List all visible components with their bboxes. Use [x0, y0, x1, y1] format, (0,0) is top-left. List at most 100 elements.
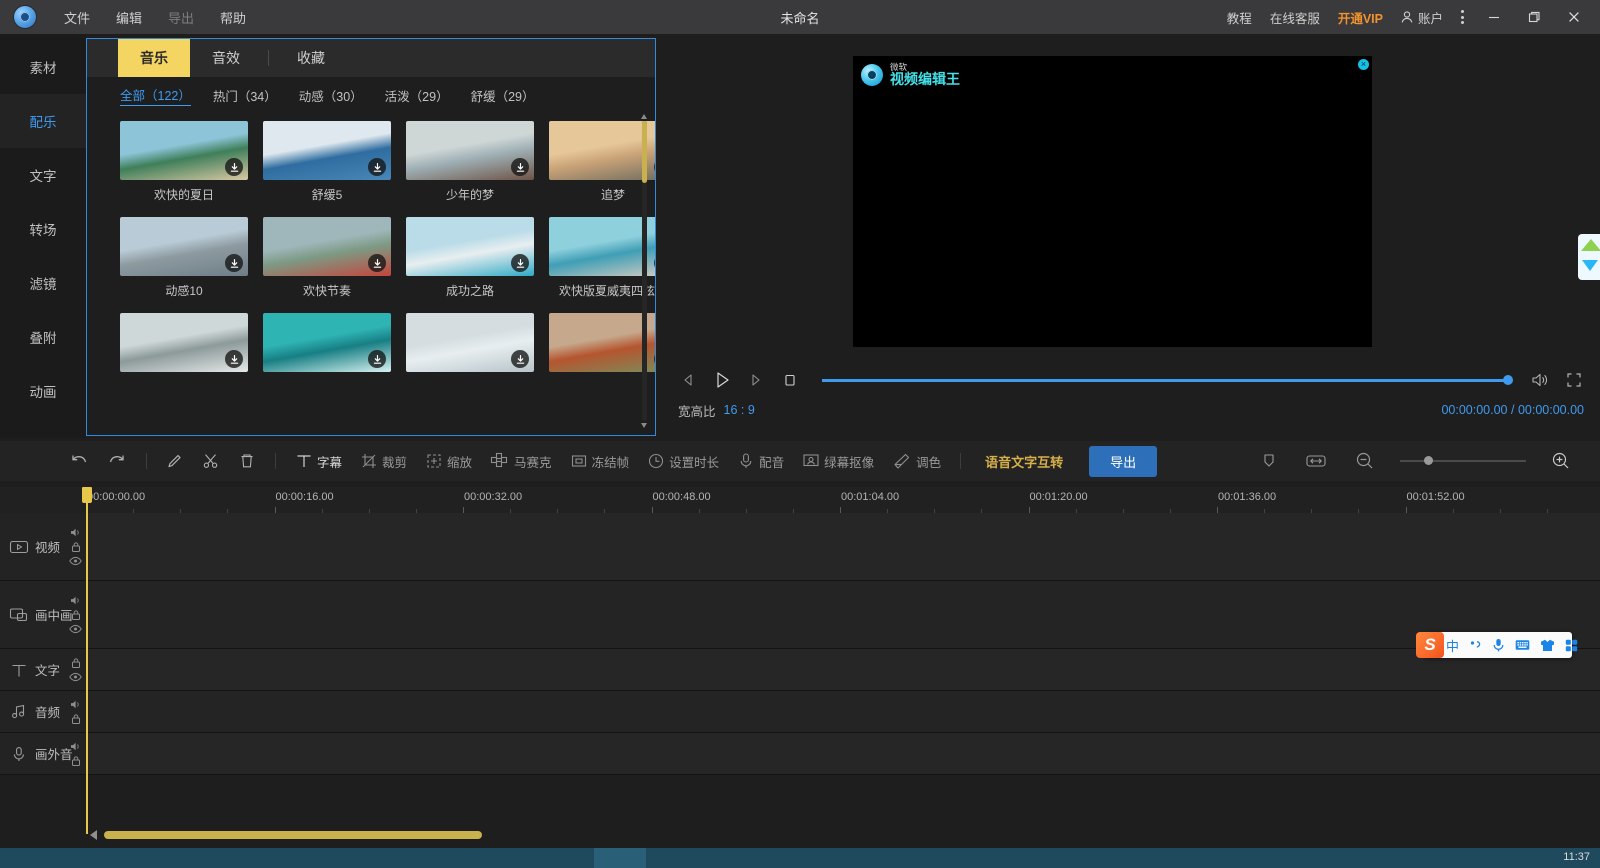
tool-subtitle[interactable]: 字幕	[286, 446, 351, 476]
couple-shore-photo[interactable]	[549, 217, 655, 276]
tool-duration[interactable]: 设置时长	[638, 446, 728, 476]
tool-scale[interactable]: 缩放	[416, 446, 481, 476]
fit-timeline-button[interactable]	[1296, 446, 1336, 476]
filter-dynamic[interactable]: 动感（30）	[299, 86, 363, 105]
track-text[interactable]: 文字	[0, 649, 1600, 691]
scrollbar-thumb[interactable]	[642, 121, 647, 183]
chinese-mode-toggle[interactable]: 中	[1446, 636, 1459, 655]
account-button[interactable]: 账户	[1392, 2, 1451, 33]
sidebar-item-filter[interactable]: 滤镜	[0, 256, 86, 310]
punctuation-toggle[interactable]	[1469, 639, 1482, 652]
voice-text-convert-button[interactable]: 语音文字互转	[971, 446, 1077, 476]
download-icon[interactable]	[225, 350, 243, 368]
filter-popular[interactable]: 热门（34）	[213, 86, 277, 105]
download-icon[interactable]	[654, 158, 655, 176]
menu-item-file[interactable]: 文件	[52, 3, 102, 32]
timeline-hscrollbar[interactable]	[104, 831, 482, 839]
eye-icon[interactable]	[69, 623, 82, 634]
zoom-slider-knob[interactable]	[1424, 456, 1433, 465]
music-card[interactable]	[120, 313, 248, 372]
download-icon[interactable]	[511, 350, 529, 368]
export-button[interactable]: 导出	[1089, 446, 1157, 477]
tab-music[interactable]: 音乐	[118, 39, 190, 77]
lock-icon[interactable]	[69, 541, 82, 552]
eye-icon[interactable]	[69, 671, 82, 682]
tool-freeze-frame[interactable]: 冻结帧	[561, 446, 639, 476]
download-icon[interactable]	[654, 350, 655, 368]
tool-chroma-key[interactable]: 绿幕抠像	[793, 446, 883, 476]
track-video[interactable]: 视频	[0, 513, 1600, 581]
timeline-playhead[interactable]	[86, 487, 88, 834]
music-card[interactable]: 成功之路	[406, 217, 534, 299]
progress-knob[interactable]	[1503, 375, 1513, 385]
fullscreen-button[interactable]	[1564, 370, 1584, 390]
library-scrollbar[interactable]	[642, 121, 647, 421]
music-card[interactable]	[549, 313, 655, 372]
turquoise-beach-photo[interactable]	[406, 217, 534, 276]
track-pip[interactable]: 画中画	[0, 581, 1600, 649]
menu-item-export[interactable]: 导出	[156, 3, 206, 32]
lock-icon[interactable]	[69, 755, 82, 766]
sidebar-item-music[interactable]: 配乐	[0, 94, 86, 148]
online-support-link[interactable]: 在线客服	[1261, 2, 1329, 33]
playback-progress-slider[interactable]	[822, 379, 1508, 382]
sidebar-item-overlay[interactable]: 叠附	[0, 310, 86, 364]
track-content[interactable]	[86, 513, 1600, 580]
surfer-wave-photo[interactable]	[263, 313, 391, 372]
scroll-down-arrow-icon[interactable]	[641, 423, 647, 428]
delete-button[interactable]	[229, 446, 265, 476]
next-frame-button[interactable]	[746, 370, 766, 390]
sunset-shore-photo[interactable]	[549, 121, 655, 180]
track-audio[interactable]: 音频	[0, 691, 1600, 733]
tool-dubbing[interactable]: 配音	[728, 446, 793, 476]
track-content[interactable]	[86, 733, 1600, 774]
sneakers-photo[interactable]	[120, 313, 248, 372]
download-icon[interactable]	[368, 350, 386, 368]
menu-item-edit[interactable]: 编辑	[104, 3, 154, 32]
sogou-logo-icon[interactable]: S	[1416, 632, 1444, 658]
timeline-ruler[interactable]: 00:00:00.0000:00:16.0000:00:32.0000:00:4…	[0, 487, 1600, 513]
close-badge-icon[interactable]: ×	[1358, 59, 1369, 70]
tool-mosaic[interactable]: 马赛克	[481, 446, 561, 476]
activate-vip-link[interactable]: 开通VIP	[1329, 2, 1392, 33]
filter-soothing[interactable]: 舒缓（29）	[471, 86, 535, 105]
download-icon[interactable]	[654, 254, 655, 272]
menu-item-help[interactable]: 帮助	[208, 3, 258, 32]
download-icon[interactable]	[368, 254, 386, 272]
scroll-left-arrow-icon[interactable]	[90, 830, 97, 840]
skin-button[interactable]	[1540, 639, 1555, 652]
beach-palms-photo[interactable]	[120, 121, 248, 180]
toolbox-button[interactable]	[1565, 639, 1578, 652]
download-icon[interactable]	[511, 158, 529, 176]
more-menu-icon[interactable]	[1451, 6, 1474, 28]
timeline-zoom-slider[interactable]	[1400, 460, 1526, 462]
tab-favorites[interactable]: 收藏	[275, 39, 347, 77]
tool-color-grading[interactable]: 调色	[883, 446, 950, 476]
aspect-ratio-value[interactable]: 16 : 9	[724, 403, 755, 417]
tab-sound-effects[interactable]: 音效	[190, 39, 262, 77]
floating-panel-tab[interactable]	[1578, 234, 1600, 280]
restore-button[interactable]	[1514, 0, 1554, 34]
filter-lively[interactable]: 活泼（29）	[385, 86, 449, 105]
speaker-icon[interactable]	[69, 741, 82, 752]
close-button[interactable]	[1554, 0, 1594, 34]
track-content[interactable]	[86, 691, 1600, 732]
music-card[interactable]: 舒缓5	[263, 121, 391, 203]
mountain-range-photo[interactable]	[120, 217, 248, 276]
track-content[interactable]	[86, 581, 1600, 648]
download-icon[interactable]	[511, 254, 529, 272]
music-card[interactable]: 欢快的夏日	[120, 121, 248, 203]
speaker-icon[interactable]	[69, 699, 82, 710]
download-icon[interactable]	[225, 254, 243, 272]
prev-frame-button[interactable]	[678, 370, 698, 390]
sidebar-item-text[interactable]: 文字	[0, 148, 86, 202]
track-content[interactable]	[86, 649, 1600, 690]
eye-icon[interactable]	[69, 555, 82, 566]
music-card[interactable]: 动感10	[120, 217, 248, 299]
download-icon[interactable]	[368, 158, 386, 176]
ime-toolbar[interactable]: S 中	[1424, 632, 1572, 658]
redo-button[interactable]	[98, 446, 136, 476]
zoom-out-button[interactable]	[1346, 446, 1384, 476]
lock-icon[interactable]	[69, 657, 82, 668]
video-preview[interactable]: 微软 视频编辑王 ×	[853, 56, 1372, 347]
